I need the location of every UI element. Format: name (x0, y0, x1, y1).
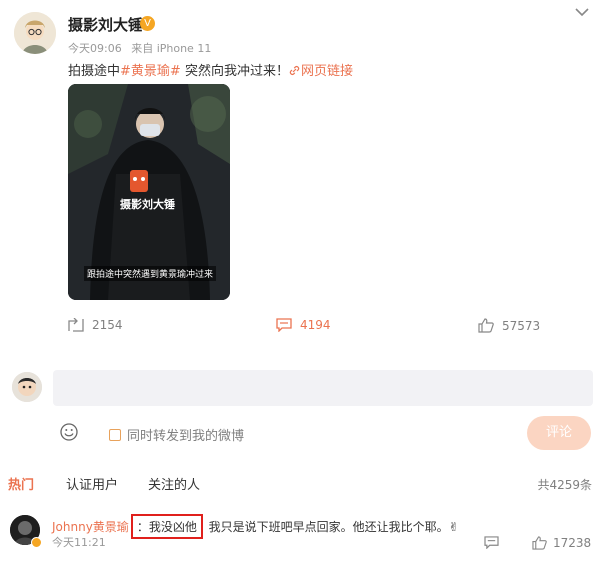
tab-verified-users[interactable]: 认证用户 (66, 474, 118, 493)
video-caption: 跟拍途中突然遇到黄景瑜冲过来 (84, 266, 217, 281)
author-avatar-illustration (14, 12, 56, 54)
comment-highlight: ：我没凶他 (130, 514, 203, 539)
tab-hot[interactable]: 热门 (8, 474, 34, 493)
comment-input[interactable] (53, 370, 593, 406)
like-button[interactable]: 57573 (478, 318, 540, 333)
comment-tabs: 热门 认证用户 关注的人 共4259条 (0, 472, 600, 493)
reply-icon (484, 536, 499, 549)
comment-total: 共4259条 (537, 478, 592, 492)
post-source: 来自 iPhone 11 (131, 42, 212, 55)
commenter-name[interactable]: Johnny黄景瑜 (52, 520, 129, 534)
comment-thumbs-up-icon (532, 536, 547, 550)
comment-text: 我只是说下班吧早点回家。他还让我比个耶。✌ (208, 520, 459, 534)
comment-button[interactable]: 4194 (276, 318, 331, 332)
thumbs-up-icon (478, 318, 494, 333)
emoji-icon[interactable] (60, 423, 78, 441)
comment-like-count: 17238 (553, 536, 592, 550)
like-count: 57573 (502, 318, 541, 333)
repost-button[interactable]: 2154 (68, 318, 123, 332)
link-icon (289, 66, 300, 75)
post-time[interactable]: 今天09:06 (68, 42, 122, 55)
repost-icon (68, 318, 84, 332)
tab-following[interactable]: 关注的人 (148, 474, 200, 493)
comment-icon (276, 318, 292, 332)
post-text-suffix: 突然向我冲过来！ (180, 64, 289, 79)
forward-checkbox[interactable] (109, 428, 121, 441)
current-user-avatar-illustration (12, 372, 42, 402)
comment-like-button[interactable]: 17238 (532, 536, 591, 550)
comment-reply-button[interactable] (484, 536, 499, 549)
current-user-avatar[interactable] (12, 372, 42, 402)
repost-count: 2154 (92, 318, 123, 332)
forward-label: 同时转发到我的微博 (127, 429, 245, 444)
video-logo-text: 摄影刘大锤 (120, 198, 175, 211)
web-link-label: 网页链接 (300, 64, 353, 79)
verified-badge-icon: V (140, 16, 155, 31)
comment-time: 今天11:21 (52, 536, 106, 549)
comment-line: Johnny黄景瑜 ：我没凶他 我只是说下班吧早点回家。他还让我比个耶。✌ (52, 514, 459, 539)
commenter-verified-badge-icon (31, 537, 42, 548)
video-thumbnail[interactable]: 摄影刘大锤 跟拍途中突然遇到黄景瑜冲过来 (68, 84, 230, 300)
post-actions: 2154 4194 57573 (0, 318, 600, 340)
comment-count: 4194 (300, 318, 331, 332)
submit-comment-button[interactable]: 评论 (527, 416, 591, 450)
post-meta: 今天09:06 来自 iPhone 11 (68, 40, 217, 56)
author-name[interactable]: 摄影刘大锤 (68, 14, 143, 35)
hashtag-link[interactable]: #黄景瑜# (120, 64, 181, 79)
web-link[interactable]: 网页链接 (289, 64, 353, 79)
author-avatar[interactable] (14, 12, 56, 54)
forward-to-weibo-option[interactable]: 同时转发到我的微博 (109, 425, 244, 444)
post-text-prefix: 拍摄途中 (68, 64, 121, 79)
chevron-down-icon[interactable] (574, 6, 590, 18)
post-text: 拍摄途中#黄景瑜# 突然向我冲过来！ 网页链接 (68, 60, 353, 79)
